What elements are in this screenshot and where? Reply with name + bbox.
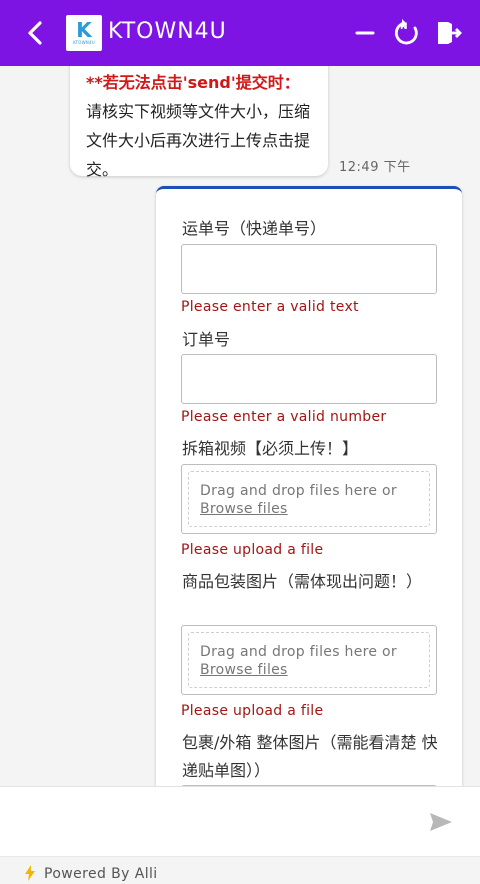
message-timestamp: 12:49 下午 bbox=[339, 160, 411, 175]
field-packaging-label: 商品包装图片（需体现出问题！） bbox=[182, 572, 423, 591]
packaging-browse-link[interactable]: Browse files bbox=[200, 662, 288, 678]
submission-form-card: 运单号（快递单号） Please enter a valid text 订单号 … bbox=[156, 186, 462, 786]
video-dropzone[interactable]: Drag and drop files here or Browse files bbox=[181, 464, 437, 534]
field-parcel-label: 包裹/外箱 整体图片（需能看清楚 快递贴单图）） bbox=[182, 733, 438, 780]
powered-by-text: Powered By Alli bbox=[44, 866, 158, 882]
new-chat-refresh-icon[interactable]: N bbox=[390, 16, 424, 50]
brand-logo: K KTOWN4U bbox=[66, 15, 102, 51]
exit-door-icon[interactable] bbox=[432, 16, 466, 50]
back-chevron-icon[interactable] bbox=[22, 17, 50, 49]
bolt-icon bbox=[25, 865, 35, 881]
chat-area[interactable]: **若无法点击'send'提交时： 请核实下视频等文件大小，压缩文件大小后再次进行… bbox=[0, 66, 480, 786]
incoming-message-bubble: **若无法点击'send'提交时： 请核实下视频等文件大小，压缩文件大小后再次进行… bbox=[70, 66, 328, 179]
app-header: K KTOWN4U KTOWN4U N bbox=[0, 0, 480, 66]
packaging-drop-text: Drag and drop files here or bbox=[200, 644, 397, 660]
logo-letter: K bbox=[76, 18, 92, 42]
field-video-label: 拆箱视频【必须上传！】 bbox=[182, 439, 359, 458]
svg-text:N: N bbox=[400, 22, 408, 32]
packaging-error: Please upload a file bbox=[181, 703, 324, 719]
packaging-dropzone[interactable]: Drag and drop files here or Browse files bbox=[181, 625, 437, 695]
field-order-label: 订单号 bbox=[182, 330, 231, 349]
logo-text: KTOWN4U bbox=[73, 40, 95, 45]
tracking-error: Please enter a valid text bbox=[181, 299, 359, 315]
send-icon[interactable] bbox=[428, 811, 454, 833]
video-drop-text: Drag and drop files here or bbox=[200, 483, 397, 499]
field-tracking-label: 运单号（快递单号） bbox=[182, 219, 327, 238]
order-error: Please enter a valid number bbox=[181, 409, 387, 425]
minus-icon[interactable] bbox=[350, 16, 384, 50]
order-number-input[interactable] bbox=[181, 354, 437, 404]
video-error: Please upload a file bbox=[181, 542, 324, 558]
tracking-number-input[interactable] bbox=[181, 244, 437, 294]
message-composer[interactable] bbox=[0, 786, 480, 856]
header-title: KTOWN4U bbox=[108, 19, 227, 44]
warning-text: **若无法点击'send'提交时： bbox=[86, 73, 300, 92]
video-browse-link[interactable]: Browse files bbox=[200, 501, 288, 517]
message-body: 请核实下视频等文件大小，压缩文件大小后再次进行上传点击提交。 bbox=[86, 102, 311, 179]
powered-by-footer: Powered By Alli bbox=[0, 856, 480, 884]
